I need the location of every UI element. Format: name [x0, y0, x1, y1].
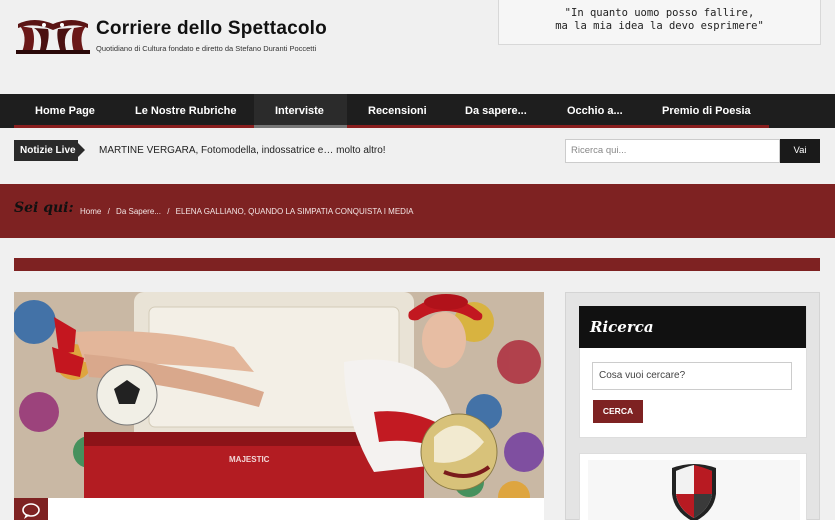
- breadcrumb-da-sapere-link[interactable]: Da Sapere...: [116, 207, 161, 216]
- nav-item-home-page[interactable]: Home Page: [35, 94, 95, 128]
- ticker-label: Notizie Live: [14, 140, 85, 161]
- nav-item-le-nostre-rubriche[interactable]: Le Nostre Rubriche: [135, 94, 236, 128]
- nav-item-premio-di-poesia[interactable]: Premio di Poesia: [662, 94, 751, 128]
- article-hero-image[interactable]: MAJESTIC: [14, 292, 544, 520]
- top-search-input[interactable]: Ricerca qui...: [565, 139, 780, 163]
- comment-badge[interactable]: [14, 498, 48, 520]
- breadcrumb-label: Sei qui:: [14, 200, 74, 216]
- sponsor-widget: [579, 453, 807, 520]
- breadcrumb-separator: /: [107, 207, 110, 216]
- quote-line-1: "In quanto uomo posso fallire,: [564, 7, 755, 19]
- ticker-headline-link[interactable]: MARTINE VERGARA, Fotomodella, indossatri…: [99, 145, 386, 156]
- hero-caption-bar: [14, 498, 544, 520]
- speech-bubble-icon: [22, 503, 40, 519]
- breadcrumb-current-page: ELENA GALLIANO, QUANDO LA SIMPATIA CONQU…: [175, 207, 414, 216]
- site-subtitle: Quotidiano di Cultura fondato e diretto …: [96, 44, 317, 53]
- nav-item-recensioni[interactable]: Recensioni: [368, 94, 427, 128]
- header-quote-box: "In quanto uomo posso fallire, ma la mia…: [498, 0, 821, 45]
- shield-logo[interactable]: [580, 454, 808, 520]
- site-title[interactable]: Corriere dello Spettacolo: [96, 18, 327, 40]
- top-search-button[interactable]: Vai: [780, 139, 820, 163]
- sidebar-search-button[interactable]: CERCA: [593, 400, 643, 423]
- nav-item-da-sapere[interactable]: Da sapere...: [465, 94, 527, 128]
- breadcrumb: Home / Da Sapere... / ELENA GALLIANO, QU…: [80, 207, 418, 216]
- hero-photo: MAJESTIC: [14, 292, 544, 520]
- theatre-curtain-logo[interactable]: [14, 14, 92, 56]
- search-widget-title: Ricerca: [579, 306, 806, 348]
- nav-item-interviste[interactable]: Interviste: [275, 94, 324, 128]
- cooler-brand-text: MAJESTIC: [229, 455, 270, 464]
- breadcrumb-separator: /: [167, 207, 170, 216]
- nav-item-occhio-a[interactable]: Occhio a...: [567, 94, 623, 128]
- sidebar-search-input[interactable]: Cosa vuoi cercare?: [592, 362, 792, 390]
- quote-line-2: ma la mia idea la devo esprimere": [555, 20, 764, 32]
- breadcrumb-home-link[interactable]: Home: [80, 207, 101, 216]
- section-divider: [14, 258, 820, 271]
